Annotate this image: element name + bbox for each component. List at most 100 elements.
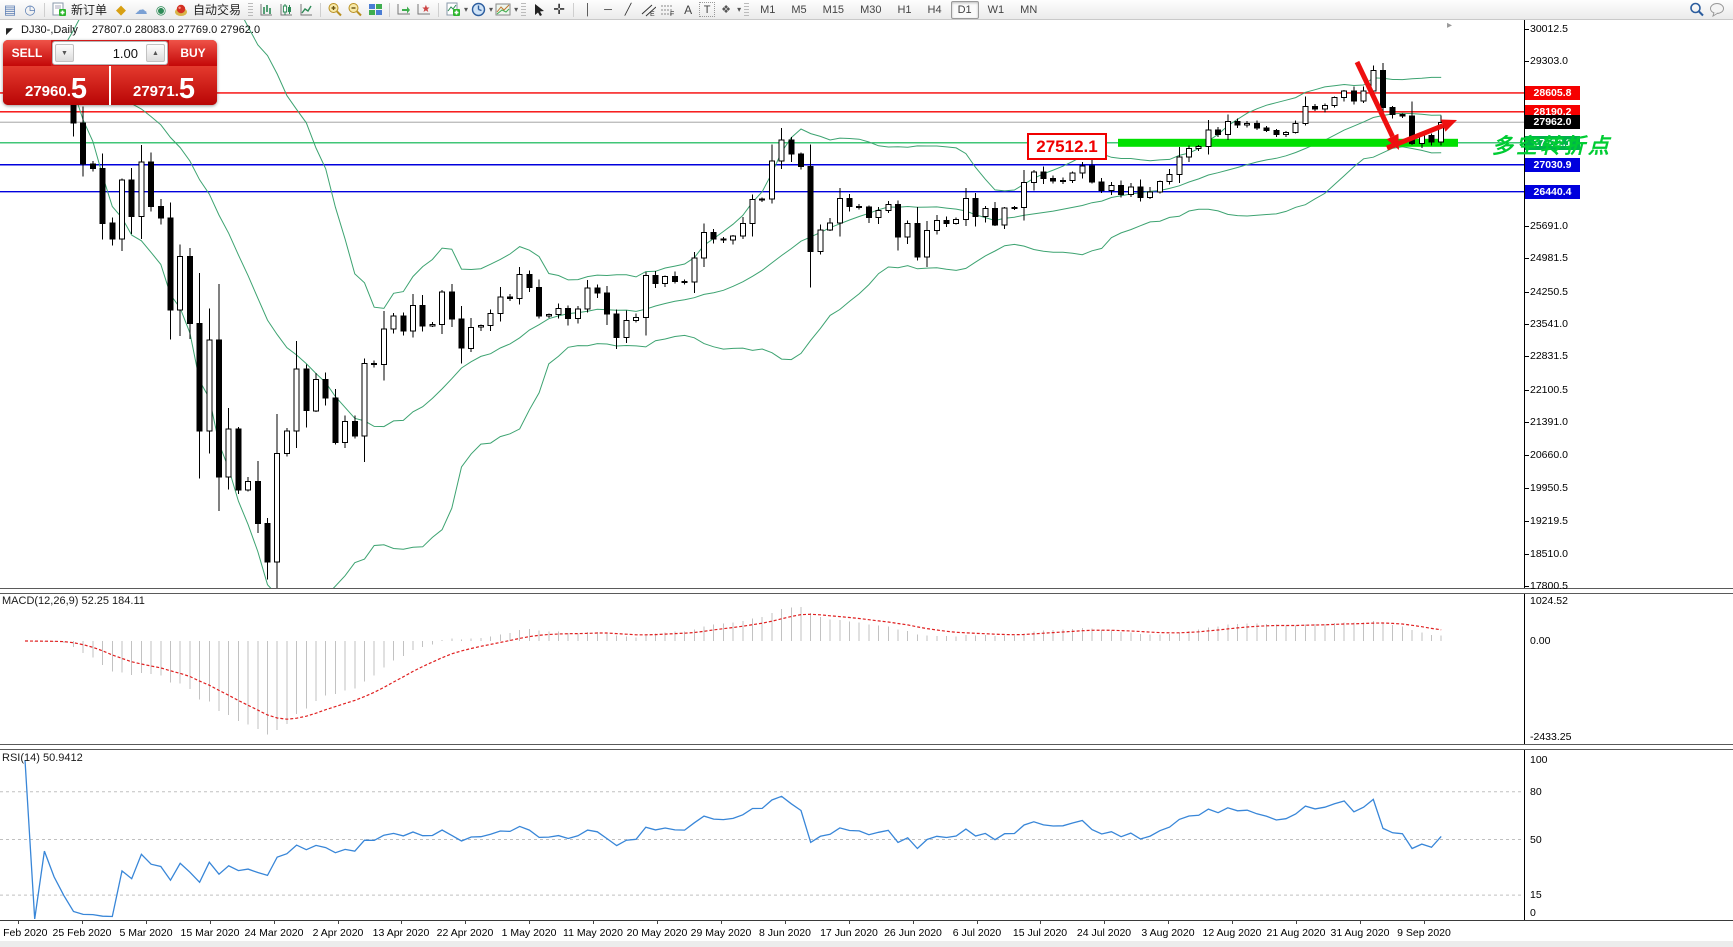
buy-price-main: 27971. xyxy=(132,83,179,100)
timeframe-h4[interactable]: H4 xyxy=(921,1,949,19)
level-annotation-box[interactable]: 27512.1 xyxy=(1027,133,1107,160)
chart-shift-icon[interactable] xyxy=(415,1,433,18)
auto-scroll-icon[interactable] xyxy=(395,1,413,18)
time-axis-tickmark xyxy=(1360,920,1361,924)
trendline-tool-icon[interactable]: ╱ xyxy=(619,1,637,18)
time-axis-tickmark xyxy=(82,920,83,924)
arrows-tool-icon[interactable]: ❖ xyxy=(717,1,735,18)
buy-button[interactable]: BUY xyxy=(169,40,217,66)
zoom-out-icon[interactable] xyxy=(346,1,364,18)
new-order-icon[interactable] xyxy=(50,1,68,18)
price-axis-tick-label: 17800.5 xyxy=(1530,580,1568,592)
timeframe-w1[interactable]: W1 xyxy=(981,1,1012,19)
arrows-caret-icon[interactable]: ▾ xyxy=(737,5,741,14)
equidistant-channel-tool-icon[interactable]: E xyxy=(639,1,657,18)
bollinger-bands-layer xyxy=(24,20,1442,588)
sell-price-main: 27960. xyxy=(24,83,71,100)
templates-caret-icon[interactable]: ▾ xyxy=(514,5,518,14)
text-label-tool-icon[interactable]: T xyxy=(699,2,716,17)
chinese-note-annotation[interactable]: 多空转折点 xyxy=(1492,130,1612,160)
price-axis-tick-label: 30012.5 xyxy=(1530,23,1568,35)
timeframe-m15[interactable]: M15 xyxy=(816,1,851,19)
macd-histogram-layer xyxy=(34,607,1442,735)
price-level-badge: 28605.8 xyxy=(1525,86,1580,100)
sell-button[interactable]: SELL xyxy=(3,40,51,66)
indicators-caret-icon[interactable]: ▾ xyxy=(464,5,468,14)
bar-chart-mode-icon[interactable] xyxy=(257,1,275,18)
timeframe-m1[interactable]: M1 xyxy=(753,1,782,19)
news-feed-icon[interactable]: ◉ xyxy=(152,1,170,18)
toolbar-grip[interactable] xyxy=(248,2,254,17)
macd-axis-tick-label: -2433.25 xyxy=(1530,731,1572,743)
zoom-in-icon[interactable] xyxy=(326,1,344,18)
chart-history-icon[interactable]: ◷ xyxy=(21,1,39,18)
candlestick-mode-icon[interactable] xyxy=(277,1,295,18)
volume-stepper[interactable]: ▼ 1.00 ▲ xyxy=(52,41,168,65)
horizontal-line-tool-icon[interactable]: ─ xyxy=(599,1,617,18)
timeframe-m5[interactable]: M5 xyxy=(784,1,813,19)
price-axis-tick-label: 22100.5 xyxy=(1530,384,1568,396)
vertical-line-tool-icon[interactable]: │ xyxy=(579,1,597,18)
time-axis-tickmark xyxy=(849,920,850,924)
volume-decrease-icon[interactable]: ▼ xyxy=(55,44,74,62)
cursor-icon[interactable] xyxy=(530,1,548,18)
timeframe-h1[interactable]: H1 xyxy=(890,1,918,19)
new-chart-window-icon[interactable]: ▤ xyxy=(1,1,19,18)
timeframe-mn[interactable]: MN xyxy=(1013,1,1044,19)
time-axis-label: 15 Jul 2020 xyxy=(1012,927,1068,939)
text-tool-icon[interactable]: A xyxy=(679,1,697,18)
price-axis-tick-label: 19950.5 xyxy=(1530,482,1568,494)
buy-price[interactable]: 27971. 5 xyxy=(111,66,217,105)
time-axis-label: 24 Jul 2020 xyxy=(1076,927,1132,939)
time-axis-tickmark xyxy=(338,920,339,924)
rsi-axis-tick-label: 100 xyxy=(1530,754,1548,766)
auto-trading-icon[interactable] xyxy=(172,1,190,18)
sell-price[interactable]: 27960. 5 xyxy=(3,66,111,105)
new-order-button[interactable]: 新订单 xyxy=(71,1,107,18)
volume-value[interactable]: 1.00 xyxy=(76,42,144,64)
crosshair-icon[interactable]: ✛ xyxy=(550,1,568,18)
time-axis-label: 9 Sep 2020 xyxy=(1397,927,1451,939)
price-axis-tickmark xyxy=(1524,61,1529,62)
periods-caret-icon[interactable]: ▾ xyxy=(489,5,493,14)
toolbar-grip[interactable] xyxy=(744,2,750,17)
pane-separator-macd-rsi[interactable] xyxy=(0,744,1733,750)
periods-icon[interactable] xyxy=(469,1,487,18)
time-axis-tickmark xyxy=(529,920,530,924)
svg-text:E: E xyxy=(650,11,655,17)
market-watch-icon[interactable]: ◆ xyxy=(112,1,130,18)
indicators-add-icon[interactable] xyxy=(444,1,462,18)
timeframe-d1[interactable]: D1 xyxy=(950,0,979,19)
tile-windows-icon[interactable] xyxy=(366,1,384,18)
one-click-panel-toggle-icon[interactable]: ◤ xyxy=(6,26,13,37)
search-icon[interactable] xyxy=(1688,1,1706,18)
price-axis-tickmark xyxy=(1524,226,1529,227)
macd-axis-tick-label: 0.00 xyxy=(1530,635,1551,647)
chat-icon[interactable] xyxy=(1708,1,1726,18)
svg-text:F: F xyxy=(670,11,674,17)
time-axis-tickmark xyxy=(18,920,19,924)
templates-icon[interactable] xyxy=(494,1,512,18)
price-axis-tickmark xyxy=(1524,488,1529,489)
line-chart-mode-icon[interactable] xyxy=(297,1,315,18)
time-axis-tickmark xyxy=(977,920,978,924)
auto-trading-button[interactable]: 自动交易 xyxy=(193,1,241,18)
price-axis-tickmark xyxy=(1524,324,1529,325)
signals-icon[interactable]: ☁ xyxy=(132,1,150,18)
time-axis-label: 29 May 2020 xyxy=(690,927,752,939)
timeframe-m30[interactable]: M30 xyxy=(853,1,888,19)
pane-separator-main-macd[interactable] xyxy=(0,588,1733,594)
price-axis-tick-label: 21391.0 xyxy=(1530,416,1568,428)
toolbar-grip[interactable] xyxy=(521,2,527,17)
time-axis-label: 17 Jun 2020 xyxy=(820,927,878,939)
price-axis-tickmark xyxy=(1524,258,1529,259)
time-axis-tickmark xyxy=(210,920,211,924)
price-axis-tick-label: 22831.5 xyxy=(1530,350,1568,362)
volume-increase-icon[interactable]: ▲ xyxy=(146,44,165,62)
fibonacci-tool-icon[interactable]: F xyxy=(659,1,677,18)
time-axis-label: 22 Apr 2020 xyxy=(436,927,494,939)
chart-canvas[interactable] xyxy=(0,0,1733,947)
chart-ohlc-values: 27807.0 28083.0 27769.0 27962.0 xyxy=(91,24,261,36)
time-axis-label: 2 Apr 2020 xyxy=(312,927,364,939)
candles-layer xyxy=(22,53,1445,588)
